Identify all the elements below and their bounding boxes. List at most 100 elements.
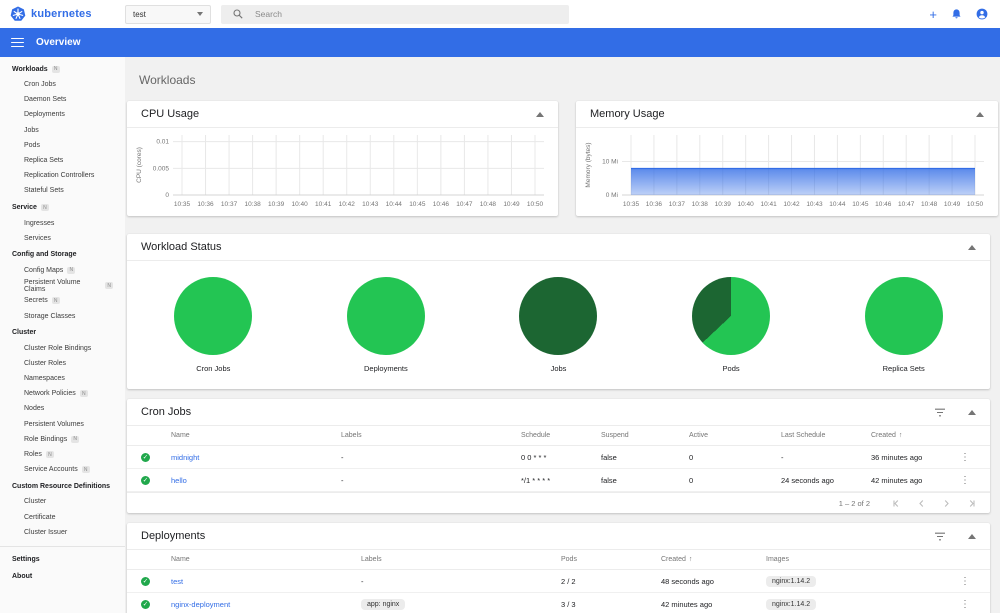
col-name[interactable]: Name: [171, 432, 341, 439]
col-schedule[interactable]: Schedule: [521, 432, 601, 439]
sidebar-item-label: Stateful Sets: [24, 187, 64, 195]
col-created[interactable]: Created ↑: [871, 432, 954, 439]
account-icon[interactable]: [976, 8, 988, 20]
sidebar-item-settings[interactable]: Settings: [0, 551, 125, 568]
row-link[interactable]: test: [171, 577, 361, 586]
svg-text:10:46: 10:46: [875, 201, 892, 208]
sidebar-section-label: Cluster: [12, 329, 37, 337]
collapse-icon[interactable]: [968, 533, 976, 539]
sidebar-item-pods[interactable]: Pods: [0, 138, 125, 153]
sidebar-section-cluster[interactable]: Cluster: [0, 324, 125, 341]
sidebar-item-cluster-role-bindings[interactable]: Cluster Role Bindings: [0, 341, 125, 356]
table-row[interactable]: ✓ midnight -0 0 * * * false 0-36 minutes ago…: [127, 446, 990, 469]
svg-text:10:38: 10:38: [244, 201, 261, 208]
col-images[interactable]: Images: [766, 556, 954, 563]
workload-status-card: Workload Status Cron Jobs Deployments Jobs…: [127, 234, 990, 389]
sidebar-item-cron-jobs[interactable]: Cron Jobs: [0, 77, 125, 92]
search-box[interactable]: [221, 4, 569, 24]
namespace-selector[interactable]: test: [125, 4, 211, 24]
row-link[interactable]: hello: [171, 476, 341, 485]
col-label: Schedule: [521, 432, 551, 439]
sidebar-item-stateful-sets[interactable]: Stateful Sets: [0, 183, 125, 198]
sidebar-item-ingresses[interactable]: Ingresses: [0, 216, 125, 231]
menu-hamburger-icon[interactable]: [11, 37, 24, 48]
col-name[interactable]: Name: [171, 556, 361, 563]
page-title: Workloads: [139, 73, 196, 87]
sidebar-section-label: Service: [12, 204, 37, 211]
cell-text: 3 / 3: [561, 599, 576, 609]
svg-text:10:41: 10:41: [760, 201, 777, 208]
sidebar-item-secrets[interactable]: Secrets N: [0, 293, 125, 308]
row-menu-icon[interactable]: ⋮: [954, 475, 976, 486]
col-pods[interactable]: Pods: [561, 556, 661, 563]
sidebar-item-replica-sets[interactable]: Replica Sets: [0, 153, 125, 168]
cron-jobs-pie-chart[interactable]: [174, 276, 253, 355]
collapse-icon[interactable]: [976, 111, 984, 117]
col-created[interactable]: Created ↑: [661, 556, 766, 563]
replica-sets-pie-chart[interactable]: [864, 276, 943, 355]
sidebar-item-jobs[interactable]: Jobs: [0, 123, 125, 138]
sidebar-item-label: Services: [24, 234, 51, 242]
sidebar-section-config-and-storage[interactable]: Config and Storage: [0, 246, 125, 263]
col-active[interactable]: Active: [689, 432, 781, 439]
table-row[interactable]: ✓ hello - */1 * * * * false 0 24 seconds ago 42…: [127, 469, 990, 492]
col-labels[interactable]: Labels: [361, 556, 561, 563]
sidebar-item-namespaces[interactable]: Namespaces: [0, 371, 125, 386]
col-label: Name: [171, 556, 190, 563]
sidebar-item-network-policies[interactable]: Network Policies N: [0, 386, 125, 401]
namespaced-badge: N: [67, 266, 76, 274]
next-page-icon[interactable]: [942, 499, 951, 508]
create-resource-button[interactable]: +: [929, 8, 937, 21]
kubernetes-logo[interactable]: kubernetes: [0, 6, 125, 22]
row-link[interactable]: midnight: [171, 453, 341, 462]
sidebar-item-cluster-issuer[interactable]: Cluster Issuer: [0, 525, 125, 540]
table-row[interactable]: ✓ nginx-deployment app: nginx 3 / 3 42 minut…: [127, 593, 990, 613]
sidebar-item-persistent-volume-claims[interactable]: Persistent Volume Claims N: [0, 278, 125, 293]
sidebar-item-daemon-sets[interactable]: Daemon Sets: [0, 92, 125, 107]
sidebar-item-about[interactable]: About: [0, 568, 125, 585]
row-menu-icon[interactable]: ⋮: [954, 576, 976, 587]
sidebar-section-service[interactable]: Service N: [0, 199, 125, 216]
sidebar-item-nodes[interactable]: Nodes: [0, 401, 125, 416]
pods-pie-chart[interactable]: [692, 276, 771, 355]
col-labels[interactable]: Labels: [341, 432, 521, 439]
sidebar-item-config-maps[interactable]: Config Maps N: [0, 263, 125, 278]
sidebar-item-cluster[interactable]: Cluster: [0, 494, 125, 509]
svg-text:0.01: 0.01: [156, 139, 169, 146]
row-menu-icon[interactable]: ⋮: [954, 452, 976, 463]
sidebar-item-certificate[interactable]: Certificate: [0, 510, 125, 525]
collapse-icon[interactable]: [968, 409, 976, 415]
col-last-schedule[interactable]: Last Schedule: [781, 432, 871, 439]
filter-icon[interactable]: [934, 532, 946, 541]
sidebar-item-persistent-volumes[interactable]: Persistent Volumes: [0, 417, 125, 432]
sidebar-item-roles[interactable]: Roles N: [0, 447, 125, 462]
notifications-bell-icon[interactable]: [951, 8, 962, 20]
sidebar-item-deployments[interactable]: Deployments: [0, 107, 125, 122]
sidebar-item-role-bindings[interactable]: Role Bindings N: [0, 432, 125, 447]
filter-icon[interactable]: [934, 408, 946, 417]
table-row[interactable]: ✓ test - 2 / 2 48 seconds ago nginx:1.14.2 ⋮: [127, 570, 990, 593]
row-menu-icon[interactable]: ⋮: [954, 599, 976, 610]
sidebar-item-storage-classes[interactable]: Storage Classes: [0, 308, 125, 323]
row-link[interactable]: nginx-deployment: [171, 600, 361, 609]
svg-text:10:48: 10:48: [480, 201, 497, 208]
last-page-icon[interactable]: [967, 499, 976, 508]
jobs-pie-chart[interactable]: [519, 276, 598, 355]
sidebar-item-replication-controllers[interactable]: Replication Controllers: [0, 168, 125, 183]
deployments-pie-chart[interactable]: [346, 276, 425, 355]
sidebar-item-cluster-roles[interactable]: Cluster Roles: [0, 356, 125, 371]
collapse-icon[interactable]: [968, 244, 976, 250]
sidebar-section-custom-resource-definitions[interactable]: Custom Resource Definitions: [0, 477, 125, 494]
sidebar-item-services[interactable]: Services: [0, 231, 125, 246]
col-suspend[interactable]: Suspend: [601, 432, 689, 439]
sidebar-item-label: Replication Controllers: [24, 172, 95, 180]
sidebar-item-label: Settings: [12, 556, 40, 564]
search-input[interactable]: [255, 9, 505, 19]
workload-pie-deployments: Deployments: [300, 276, 473, 373]
sidebar-section-workloads[interactable]: Workloads N: [0, 60, 125, 77]
namespaced-badge: N: [40, 204, 49, 211]
previous-page-icon[interactable]: [917, 499, 926, 508]
first-page-icon[interactable]: [892, 499, 901, 508]
sidebar-item-service-accounts[interactable]: Service Accounts N: [0, 462, 125, 477]
collapse-icon[interactable]: [536, 111, 544, 117]
